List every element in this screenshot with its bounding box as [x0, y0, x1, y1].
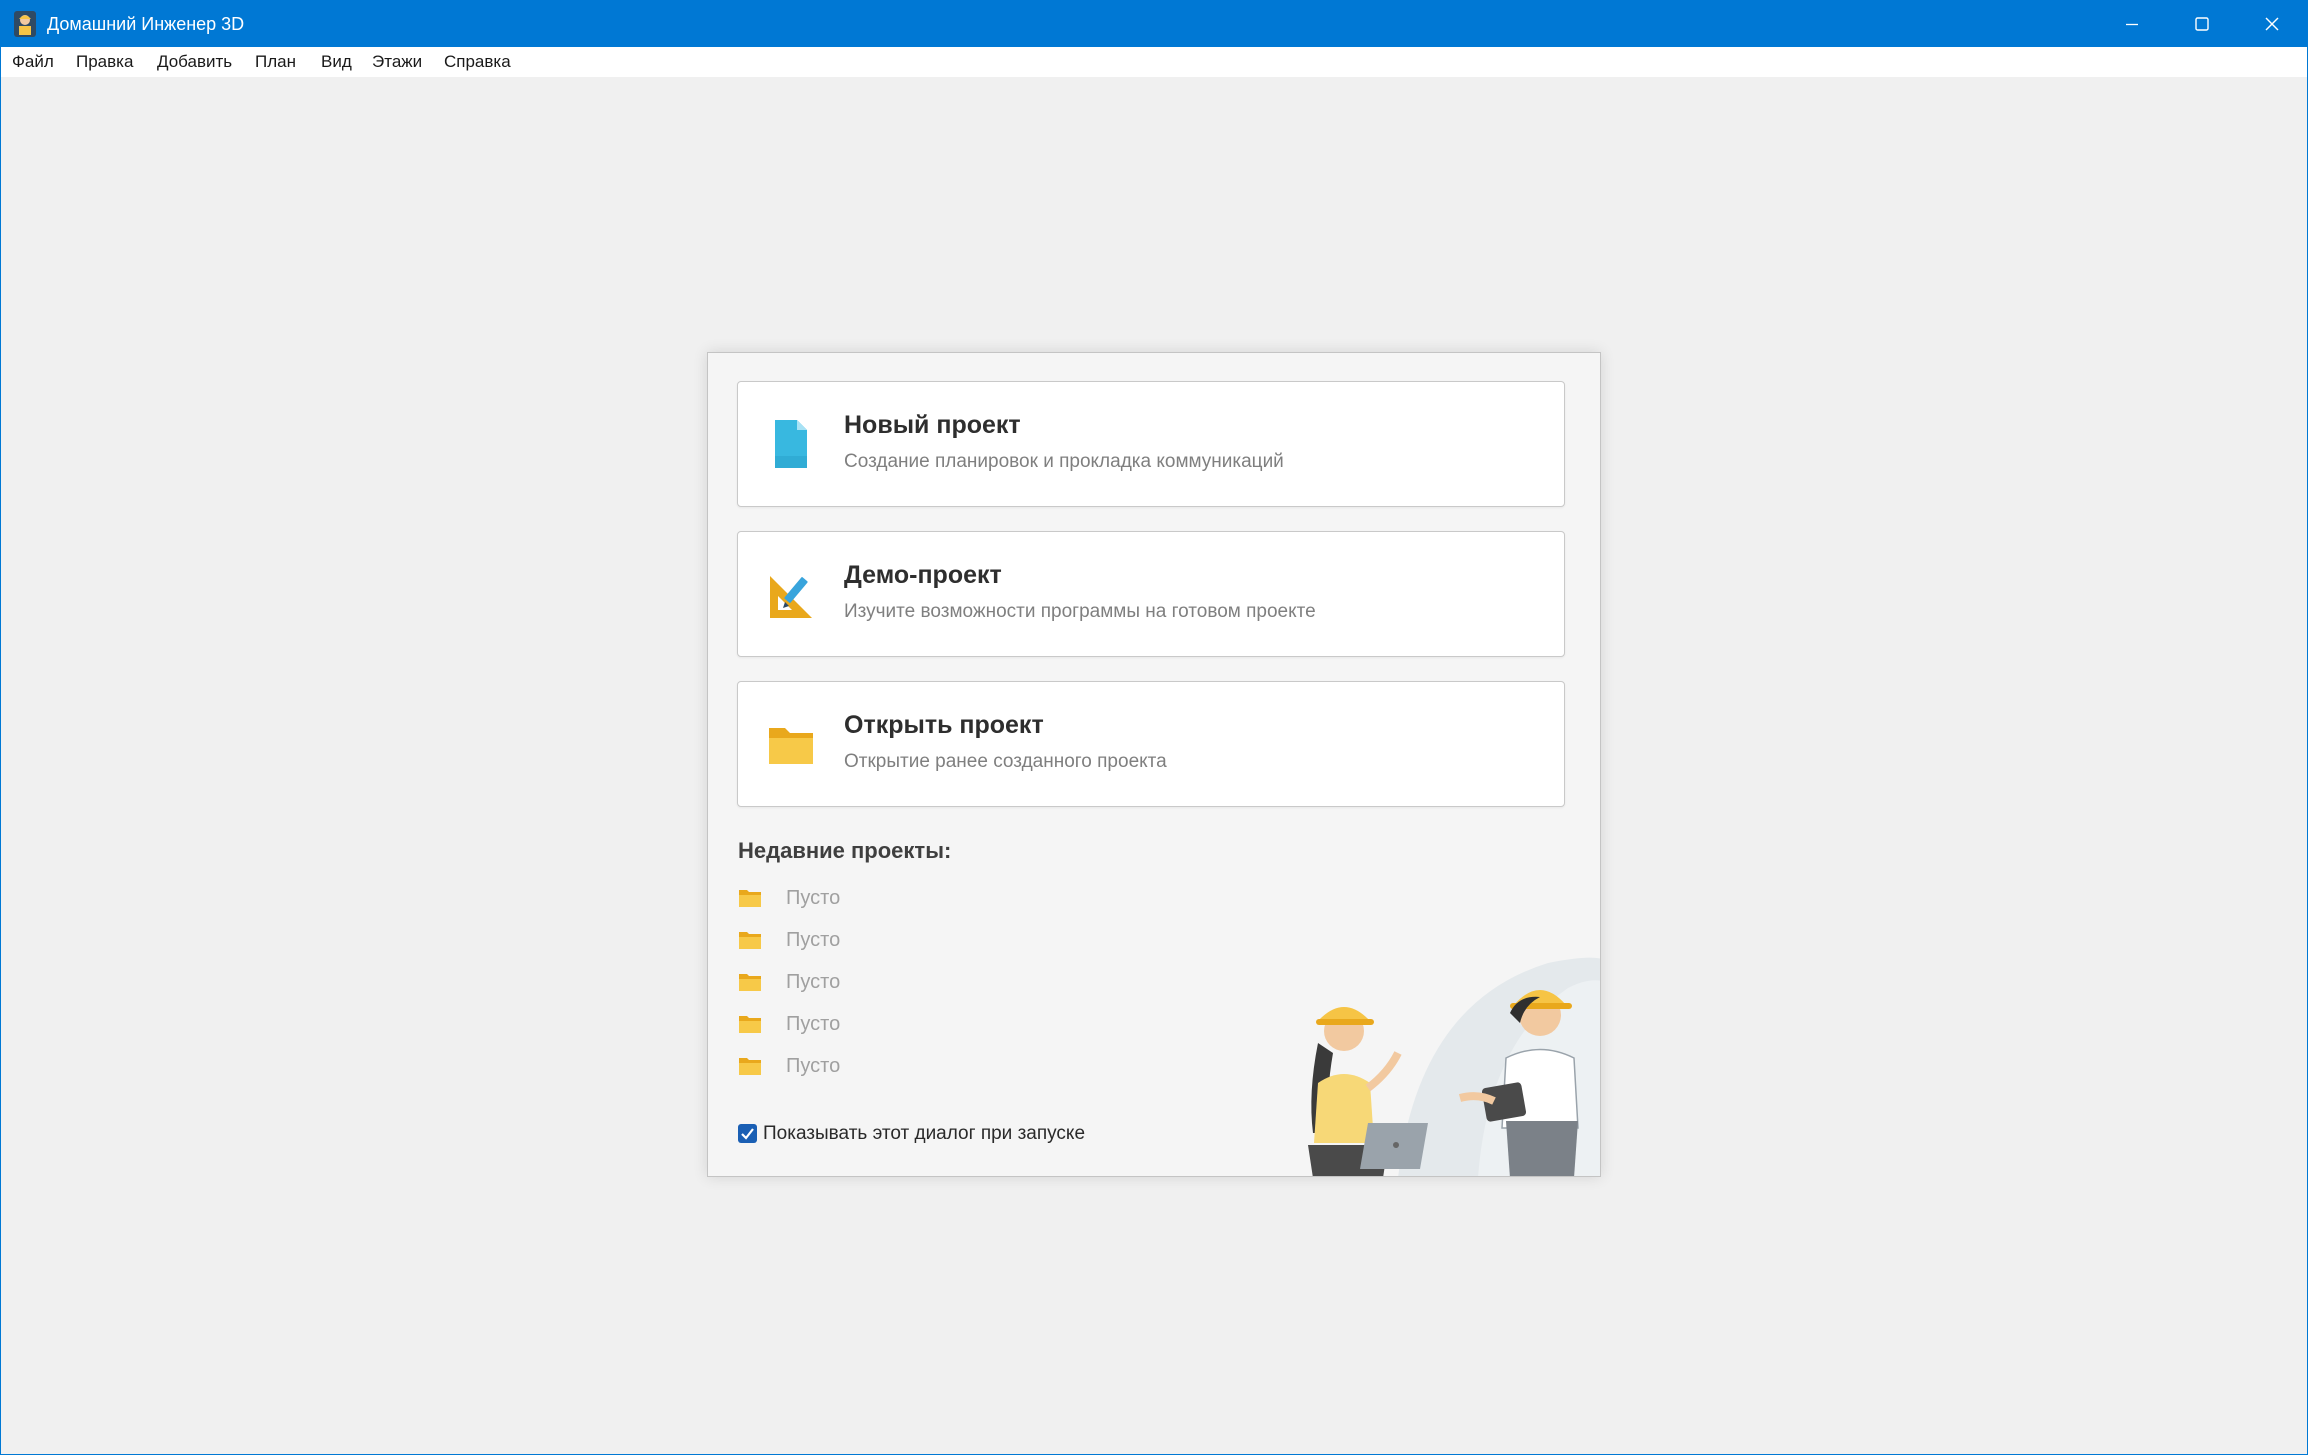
- document-icon: [775, 420, 807, 468]
- minimize-icon: [2126, 23, 2138, 26]
- demo-project-title: Демо-проект: [844, 561, 1002, 589]
- maximize-button[interactable]: [2167, 1, 2237, 47]
- recent-project-label: Пусто: [786, 1013, 841, 1035]
- engineers-illustration: [1308, 957, 1600, 1176]
- folder-icon: [739, 974, 761, 991]
- title-bar[interactable]: Домашний Инженер 3D: [1, 1, 2307, 47]
- recent-project-item[interactable]: Пусто: [738, 967, 1038, 997]
- window-title: Домашний Инженер 3D: [47, 14, 245, 34]
- show-on-startup-toggle[interactable]: Показывать этот диалог при запуске: [738, 1122, 1138, 1146]
- start-dialog: Новый проект Создание планировок и прокл…: [707, 352, 1601, 1177]
- ruler-pencil-icon: [770, 576, 812, 618]
- demo-project-description: Изучите возможности программы на готовом…: [844, 601, 1316, 622]
- recent-project-item[interactable]: Пусто: [738, 925, 1038, 955]
- maximize-icon: [2195, 17, 2209, 31]
- menu-add[interactable]: Добавить: [157, 52, 232, 72]
- menu-floors[interactable]: Этажи: [372, 52, 422, 72]
- open-project-title: Открыть проект: [844, 711, 1044, 739]
- show-on-startup-checkbox[interactable]: [738, 1124, 757, 1143]
- checkmark-icon: [741, 1128, 754, 1140]
- minimize-button[interactable]: [2097, 1, 2167, 47]
- folder-icon: [739, 1016, 761, 1033]
- new-project-description: Создание планировок и прокладка коммуник…: [844, 451, 1284, 472]
- close-icon: [2265, 17, 2279, 31]
- menu-view[interactable]: Вид: [321, 52, 352, 72]
- open-project-description: Открытие ранее созданного проекта: [844, 751, 1167, 772]
- show-on-startup-label: Показывать этот диалог при запуске: [763, 1123, 1086, 1144]
- menu-help[interactable]: Справка: [444, 52, 511, 72]
- recent-project-label: Пусто: [786, 929, 841, 951]
- folder-icon: [739, 890, 761, 907]
- folder-icon: [739, 1058, 761, 1075]
- app-window: Домашний Инженер 3D Файл Правка Добавить…: [0, 0, 2308, 1455]
- recent-project-item[interactable]: Пусто: [738, 883, 1038, 913]
- menu-file[interactable]: Файл: [12, 52, 54, 72]
- app-logo-icon: [14, 11, 36, 37]
- menu-edit[interactable]: Правка: [76, 52, 133, 72]
- recent-projects-heading: Недавние проекты:: [738, 838, 952, 863]
- recent-project-item[interactable]: Пусто: [738, 1051, 1038, 1081]
- recent-project-label: Пусто: [786, 887, 841, 909]
- recent-project-label: Пусто: [786, 1055, 841, 1077]
- close-button[interactable]: [2237, 1, 2307, 47]
- new-project-title: Новый проект: [844, 411, 1021, 439]
- open-project-button[interactable]: Открыть проект Открытие ранее созданного…: [737, 681, 1565, 807]
- demo-project-button[interactable]: Демо-проект Изучите возможности программ…: [737, 531, 1565, 657]
- recent-project-label: Пусто: [786, 971, 841, 993]
- menu-bar: Файл Правка Добавить План Вид Этажи Спра…: [1, 47, 2307, 77]
- folder-icon: [739, 932, 761, 949]
- folder-icon: [769, 728, 813, 764]
- new-project-button[interactable]: Новый проект Создание планировок и прокл…: [737, 381, 1565, 507]
- menu-plan[interactable]: План: [255, 52, 296, 72]
- recent-project-item[interactable]: Пусто: [738, 1009, 1038, 1039]
